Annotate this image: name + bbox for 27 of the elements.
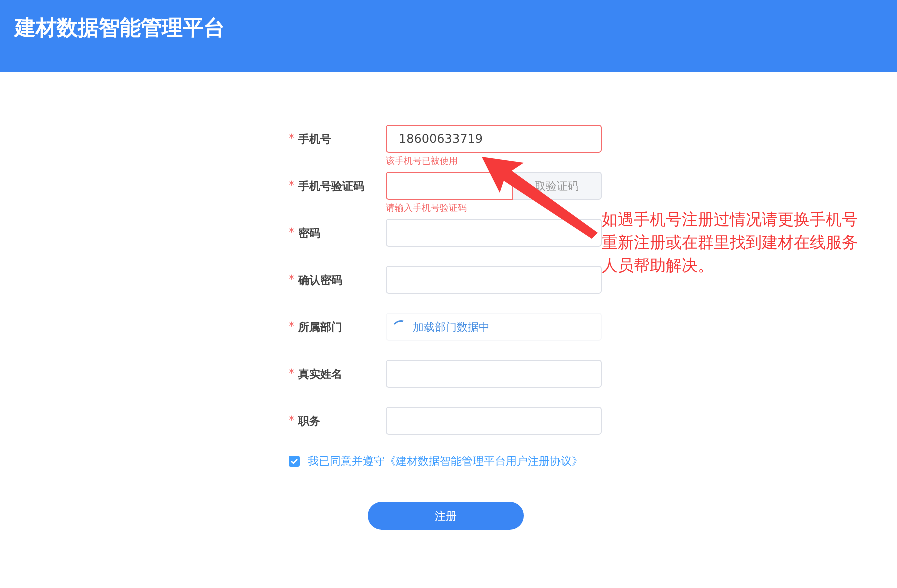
required-mark: *: [289, 320, 294, 333]
check-icon: [291, 459, 298, 464]
annotation-text: 如遇手机号注册过情况请更换手机号重新注册或在群里找到建材在线服务人员帮助解决。: [602, 209, 859, 277]
required-mark: *: [289, 132, 294, 145]
agreement-link[interactable]: 我已同意并遵守《建材数据智能管理平台用户注册协议》: [308, 454, 583, 469]
loading-text: 加载部门数据中: [413, 320, 490, 334]
required-mark: *: [289, 179, 294, 192]
field-label: 真实姓名: [298, 367, 342, 382]
field-label: 确认密码: [298, 273, 342, 288]
field-label: 所属部门: [298, 320, 342, 335]
input-field[interactable]: 18600633719: [386, 125, 602, 153]
field-label: 职务: [298, 414, 320, 429]
field-label: 手机号: [298, 132, 332, 147]
spinner-icon: [393, 320, 405, 326]
required-mark: *: [289, 414, 294, 427]
field-label: 密码: [298, 226, 320, 241]
select-field[interactable]: 加载部门数据中: [386, 313, 602, 341]
field-label: 手机号验证码: [298, 179, 364, 194]
required-mark: *: [289, 226, 294, 239]
register-button[interactable]: 注册: [368, 502, 524, 530]
required-mark: *: [289, 273, 294, 286]
checkbox[interactable]: [289, 456, 300, 467]
required-mark: *: [289, 367, 294, 380]
app-title: 建材数据智能管理平台: [15, 15, 225, 42]
input-field[interactable]: [386, 172, 513, 200]
error-message: 该手机号已被使用: [386, 156, 459, 168]
error-message: 请输入手机号验证码: [386, 202, 468, 215]
